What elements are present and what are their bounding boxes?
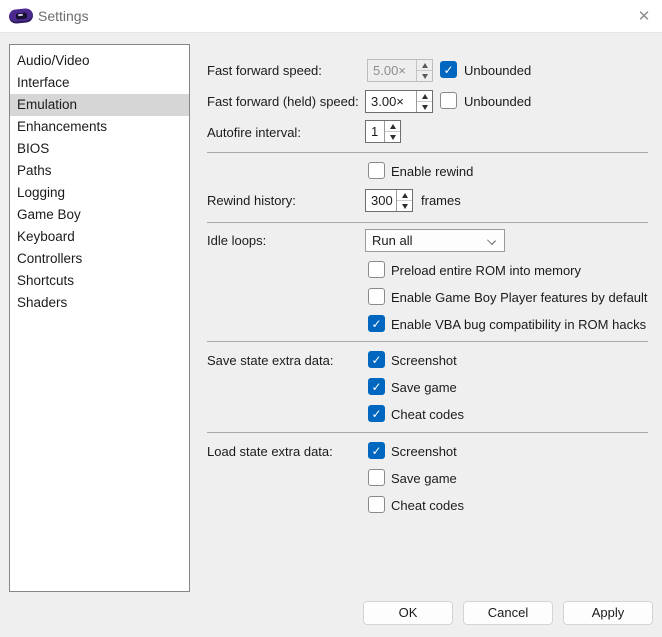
sidebar-item-shaders[interactable]: Shaders — [10, 292, 189, 314]
spinner-arrows[interactable] — [396, 190, 412, 211]
save-state-cheat-codes-checkbox[interactable] — [368, 405, 385, 422]
rewind-history-label: Rewind history: — [207, 193, 296, 208]
sidebar-item-audio-video[interactable]: Audio/Video — [10, 50, 189, 72]
spin-up-icon[interactable] — [397, 190, 412, 200]
sidebar-item-logging[interactable]: Logging — [10, 182, 189, 204]
spin-down-icon[interactable] — [385, 131, 400, 142]
spin-up-icon[interactable] — [417, 91, 432, 101]
vba-bug-checkbox[interactable] — [368, 315, 385, 332]
load-state-cheat-codes-label: Cheat codes — [391, 498, 464, 513]
sidebar-item-controllers[interactable]: Controllers — [10, 248, 189, 270]
separator — [207, 152, 648, 153]
preload-rom-checkbox[interactable] — [368, 261, 385, 278]
ok-button[interactable]: OK — [363, 601, 453, 625]
spinner-arrows[interactable] — [384, 121, 400, 142]
autofire-interval-value: 1 — [366, 121, 384, 142]
unbounded-label-1: Unbounded — [464, 63, 531, 78]
spinner-arrows[interactable] — [416, 91, 432, 112]
load-state-screenshot-checkbox[interactable] — [368, 442, 385, 459]
separator — [207, 222, 648, 223]
autofire-interval-label: Autofire interval: — [207, 125, 301, 140]
spin-up-icon[interactable] — [385, 121, 400, 131]
save-state-save-game-label: Save game — [391, 380, 457, 395]
preload-rom-label: Preload entire ROM into memory — [391, 263, 581, 278]
vba-bug-label: Enable VBA bug compatibility in ROM hack… — [391, 317, 646, 332]
idle-loops-selected-value: Run all — [372, 233, 412, 248]
load-state-screenshot-label: Screenshot — [391, 444, 457, 459]
save-state-save-game-checkbox[interactable] — [368, 378, 385, 395]
mgba-app-icon — [9, 8, 33, 25]
load-state-label: Load state extra data: — [207, 444, 333, 459]
settings-category-list: Audio/Video Interface Emulation Enhancem… — [9, 44, 190, 592]
sidebar-item-keyboard[interactable]: Keyboard — [10, 226, 189, 248]
window-title: Settings — [38, 8, 89, 24]
spin-up-icon — [417, 60, 432, 70]
separator — [207, 341, 648, 342]
load-state-save-game-checkbox[interactable] — [368, 469, 385, 486]
fast-forward-held-speed-spinbox[interactable]: 3.00× — [365, 90, 433, 113]
save-state-cheat-codes-label: Cheat codes — [391, 407, 464, 422]
unbounded-checkbox-2[interactable] — [440, 92, 457, 109]
save-state-label: Save state extra data: — [207, 353, 333, 368]
idle-loops-label: Idle loops: — [207, 233, 266, 248]
idle-loops-dropdown[interactable]: Run all — [365, 229, 505, 252]
spin-down-icon — [417, 70, 432, 81]
autofire-interval-spinbox[interactable]: 1 — [365, 120, 401, 143]
spin-down-icon[interactable] — [417, 101, 432, 112]
sidebar-item-emulation[interactable]: Emulation — [10, 94, 189, 116]
sidebar-item-enhancements[interactable]: Enhancements — [10, 116, 189, 138]
save-state-screenshot-checkbox[interactable] — [368, 351, 385, 368]
unbounded-checkbox-1[interactable] — [440, 61, 457, 78]
fast-forward-held-speed-value: 3.00× — [366, 91, 416, 112]
rewind-history-spinbox[interactable]: 300 — [365, 189, 413, 212]
fast-forward-speed-spinbox: 5.00× — [367, 59, 433, 82]
close-icon[interactable]: ✕ — [630, 4, 658, 28]
chevron-down-icon — [487, 236, 496, 245]
save-state-screenshot-label: Screenshot — [391, 353, 457, 368]
rewind-history-suffix: frames — [421, 193, 461, 208]
load-state-save-game-label: Save game — [391, 471, 457, 486]
sidebar-item-paths[interactable]: Paths — [10, 160, 189, 182]
titlebar: Settings ✕ — [0, 0, 662, 33]
sidebar-item-interface[interactable]: Interface — [10, 72, 189, 94]
sidebar-item-bios[interactable]: BIOS — [10, 138, 189, 160]
apply-button[interactable]: Apply — [563, 601, 653, 625]
load-state-cheat-codes-checkbox[interactable] — [368, 496, 385, 513]
gb-player-label: Enable Game Boy Player features by defau… — [391, 290, 648, 305]
cancel-button[interactable]: Cancel — [463, 601, 553, 625]
rewind-history-value: 300 — [366, 190, 396, 211]
gb-player-checkbox[interactable] — [368, 288, 385, 305]
sidebar-item-shortcuts[interactable]: Shortcuts — [10, 270, 189, 292]
enable-rewind-checkbox[interactable] — [368, 162, 385, 179]
settings-dialog: Settings ✕ Audio/Video Interface Emulati… — [0, 0, 662, 637]
enable-rewind-label: Enable rewind — [391, 164, 473, 179]
sidebar-item-game-boy[interactable]: Game Boy — [10, 204, 189, 226]
fast-forward-held-speed-label: Fast forward (held) speed: — [207, 94, 359, 109]
separator — [207, 432, 648, 433]
unbounded-label-2: Unbounded — [464, 94, 531, 109]
spin-down-icon[interactable] — [397, 200, 412, 211]
fast-forward-speed-value: 5.00× — [368, 60, 416, 81]
spinner-arrows — [416, 60, 432, 81]
fast-forward-speed-label: Fast forward speed: — [207, 63, 322, 78]
